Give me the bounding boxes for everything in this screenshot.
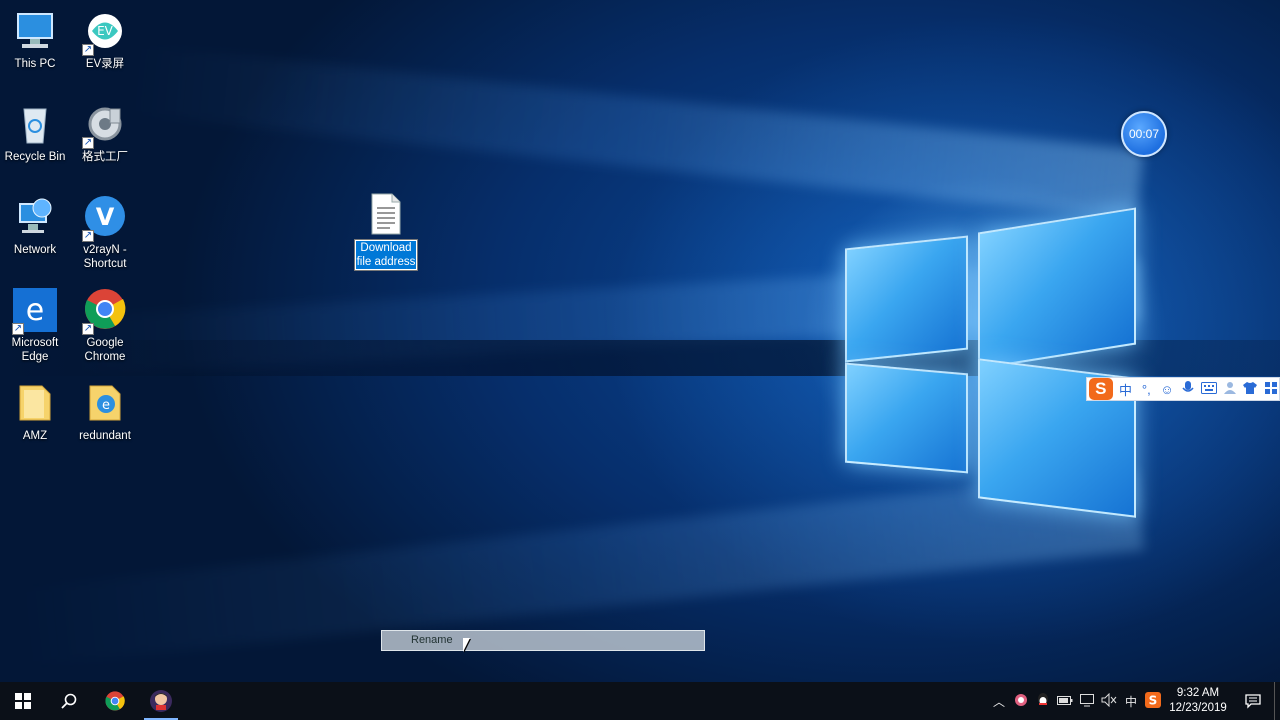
rename-input[interactable]: Download file address	[354, 239, 418, 271]
tray-battery-icon[interactable]	[1054, 694, 1076, 709]
skin-icon[interactable]	[1242, 381, 1258, 397]
text-file-icon	[368, 192, 404, 236]
chrome-icon	[105, 691, 125, 711]
tray-volume-muted-icon[interactable]	[1098, 692, 1120, 710]
taskbar-ev-recorder[interactable]	[138, 682, 184, 720]
user-icon[interactable]	[1222, 381, 1238, 398]
rename-hint-label: Rename	[411, 634, 453, 646]
emoji-icon[interactable]: ☺	[1159, 382, 1175, 397]
tray-overflow-chevron-icon[interactable]: ︿	[988, 693, 1010, 710]
svg-text:e: e	[26, 293, 44, 328]
folder-icon	[12, 380, 58, 426]
desktop-icon-label: 格式工厂	[82, 151, 128, 163]
desktop-icon-network[interactable]: Network	[0, 194, 70, 257]
desktop-icon-chrome[interactable]: ↗ Google Chrome	[70, 287, 140, 364]
search-button[interactable]	[46, 682, 92, 720]
svg-text:e: e	[102, 398, 110, 413]
mouse-cursor-icon	[463, 638, 470, 652]
ev-recorder-icon: EV ↗	[82, 8, 128, 56]
timer-text: 00:07	[1128, 127, 1160, 141]
svg-text:V: V	[96, 203, 115, 231]
this-pc-icon	[12, 8, 58, 54]
shortcut-arrow-icon: ↗	[82, 323, 94, 335]
system-tray: ︿ 中 S 9:32 AM 12/23/2019	[988, 682, 1280, 720]
recording-timer[interactable]: 00:07	[1121, 111, 1167, 157]
desktop-icon-label: Google Chrome	[84, 337, 126, 363]
svg-text:S: S	[1149, 693, 1158, 707]
desktop-icon-ev-recorder[interactable]: EV ↗ EV录屏	[70, 8, 140, 71]
taskbar-chrome[interactable]	[92, 682, 138, 720]
rename-input-text: Download file address	[356, 241, 416, 269]
notification-icon	[1245, 694, 1261, 709]
svg-text:EV: EV	[97, 24, 114, 38]
search-icon	[61, 693, 77, 709]
ime-toolbar[interactable]: S 中 °, ☺	[1086, 377, 1280, 401]
desktop-icon-label: Recycle Bin	[4, 151, 66, 163]
tray-network-icon[interactable]	[1076, 693, 1098, 710]
shortcut-arrow-icon: ↗	[12, 323, 24, 335]
sogou-logo-icon[interactable]: S	[1089, 378, 1113, 400]
clock-time: 9:32 AM	[1176, 687, 1220, 699]
keyboard-icon[interactable]	[1200, 381, 1217, 397]
desktop-icon-v2rayn[interactable]: V ↗ v2rayN - Shortcut	[70, 194, 140, 271]
redundant-folder-icon: e	[82, 380, 128, 426]
desktop-icon-label: This PC	[14, 58, 56, 70]
action-center-button[interactable]	[1232, 693, 1274, 709]
desktop-icon-label: Microsoft Edge	[11, 337, 59, 363]
taskbar-clock[interactable]: 9:32 AM 12/23/2019	[1164, 686, 1232, 716]
shortcut-arrow-icon: ↗	[82, 44, 94, 56]
microphone-icon[interactable]	[1180, 380, 1196, 398]
network-icon	[12, 194, 58, 240]
tray-input-language[interactable]: 中	[1120, 693, 1142, 710]
v2rayn-icon: V ↗	[82, 194, 128, 242]
punctuation-icon[interactable]: °,	[1138, 382, 1154, 397]
desktop-icon-this-pc[interactable]: This PC	[0, 8, 70, 71]
desktop-icon-redundant[interactable]: e redundant	[70, 380, 140, 443]
chrome-icon: ↗	[82, 287, 128, 335]
show-desktop-button[interactable]	[1274, 682, 1280, 720]
taskbar: ︿ 中 S 9:32 AM 12/23/2019	[0, 682, 1280, 720]
start-button[interactable]	[0, 682, 46, 720]
desktop-icon-amz[interactable]: AMZ	[0, 380, 70, 443]
edge-icon: e ↗	[12, 287, 58, 335]
tray-app-icon[interactable]	[1010, 693, 1032, 710]
rename-hint-bar: Rename	[381, 630, 705, 651]
format-factory-icon: ↗	[82, 101, 128, 149]
clock-date: 12/23/2019	[1169, 702, 1227, 714]
tray-sogou-icon[interactable]: S	[1142, 691, 1164, 711]
ev-recorder-app-icon	[150, 690, 172, 712]
tray-qq-icon[interactable]	[1032, 692, 1054, 710]
toolbox-icon[interactable]	[1263, 381, 1279, 397]
desktop-icon-label: AMZ	[22, 430, 48, 442]
desktop-icon-label: EV录屏	[85, 58, 125, 70]
shortcut-arrow-icon: ↗	[82, 137, 94, 149]
windows-logo-icon	[15, 693, 31, 709]
desktop-icon-recycle-bin[interactable]: Recycle Bin	[0, 101, 70, 164]
desktop-file-download-file-address[interactable]: Download file address	[352, 192, 420, 271]
desktop-icon-format-factory[interactable]: ↗ 格式工厂	[70, 101, 140, 164]
desktop-icon-label: redundant	[79, 430, 131, 442]
desktop-icon-label: v2rayN - Shortcut	[83, 244, 127, 270]
ime-lang-toggle[interactable]: 中	[1118, 380, 1134, 399]
desktop-icon-edge[interactable]: e ↗ Microsoft Edge	[0, 287, 70, 364]
recycle-bin-icon	[12, 101, 58, 147]
shortcut-arrow-icon: ↗	[82, 230, 94, 242]
desktop-icon-label: Network	[13, 244, 57, 256]
